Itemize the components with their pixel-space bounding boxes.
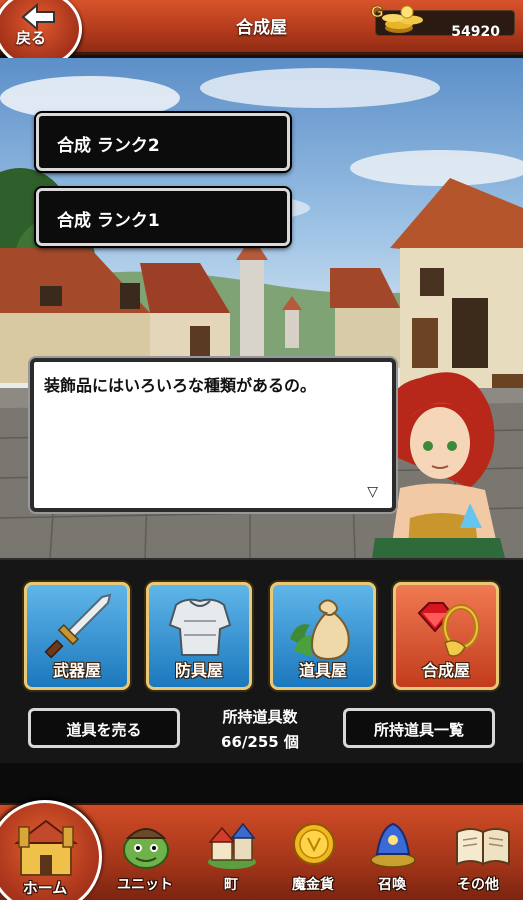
nav-town-button[interactable]: 町	[194, 810, 268, 900]
item-shop-label: 道具屋	[298, 661, 347, 680]
book-icon	[456, 828, 510, 866]
gold-coin-icon	[293, 823, 335, 865]
synthesis-rank-1-button[interactable]: 合成 ランク1	[36, 188, 290, 246]
synthesis-rank-2-label: 合成 ランク2	[57, 136, 160, 156]
dialog-text: 装飾品にはいろいろな種類があるの。	[44, 376, 317, 395]
nav-separator	[0, 763, 523, 803]
nav-home-label: ホーム	[22, 879, 68, 897]
synthesis-rank-2-button[interactable]: 合成 ランク2	[36, 113, 290, 171]
unit-icon	[123, 828, 169, 869]
town-icon	[208, 822, 256, 869]
dialog-box[interactable]: 装飾品にはいろいろな種類があるの。 ▽	[30, 358, 396, 512]
town-scene: 合成 ランク2 合成 ランク1 装飾品にはいろいろな種類があるの。 ▽	[0, 58, 523, 558]
nav-other-button[interactable]: その他	[441, 810, 515, 900]
summon-icon	[370, 822, 416, 868]
gold-amount: 54920	[451, 24, 500, 40]
nav-summon-button[interactable]: 召喚	[355, 810, 429, 900]
jewel-ring-icon	[417, 602, 480, 657]
weapon-shop-button[interactable]: 武器屋	[24, 582, 130, 690]
item-bag-icon	[290, 599, 350, 661]
inventory-title: 所持道具数	[222, 708, 298, 726]
nav-summon-label: 召喚	[378, 877, 406, 893]
gold-icon-letter: G	[371, 4, 383, 21]
synthesis-rank-1-label: 合成 ランク1	[57, 211, 160, 231]
synthesis-shop-label: 合成屋	[421, 661, 470, 680]
nav-town-label: 町	[224, 877, 238, 893]
back-label: 戻る	[16, 29, 47, 47]
home-icon	[14, 819, 78, 876]
top-bar: 合成屋 54920 G 戻る	[0, 0, 523, 68]
sell-items-button[interactable]: 道具を売る	[28, 708, 180, 748]
item-shop-button[interactable]: 道具屋	[270, 582, 376, 690]
armor-shop-label: 防具屋	[174, 661, 223, 680]
gold-coins-icon: G	[371, 4, 423, 33]
dialog-next-indicator: ▽	[367, 484, 378, 500]
inventory-count: 66/255 個	[221, 733, 299, 751]
inventory-list-button[interactable]: 所持道具一覧	[343, 708, 495, 748]
weapon-shop-label: 武器屋	[52, 661, 101, 680]
nav-magic-gold-button[interactable]: 魔金貨	[276, 810, 350, 900]
shop-panel: 武器屋 防具屋 道具屋 合成屋 道具を売る 所持道具数 66/255 個 所持道…	[0, 558, 523, 763]
nav-unit-label: ユニット	[117, 877, 173, 893]
nav-other-label: その他	[457, 877, 499, 893]
synthesis-shop-button[interactable]: 合成屋	[393, 582, 499, 690]
armor-shop-button[interactable]: 防具屋	[146, 582, 252, 690]
nav-magic-gold-label: 魔金貨	[292, 877, 334, 893]
sell-items-label: 道具を売る	[66, 721, 142, 739]
inventory-list-label: 所持道具一覧	[373, 721, 464, 739]
armor-icon	[168, 598, 232, 656]
sword-icon	[44, 593, 112, 659]
nav-unit-button[interactable]: ユニット	[108, 810, 182, 900]
